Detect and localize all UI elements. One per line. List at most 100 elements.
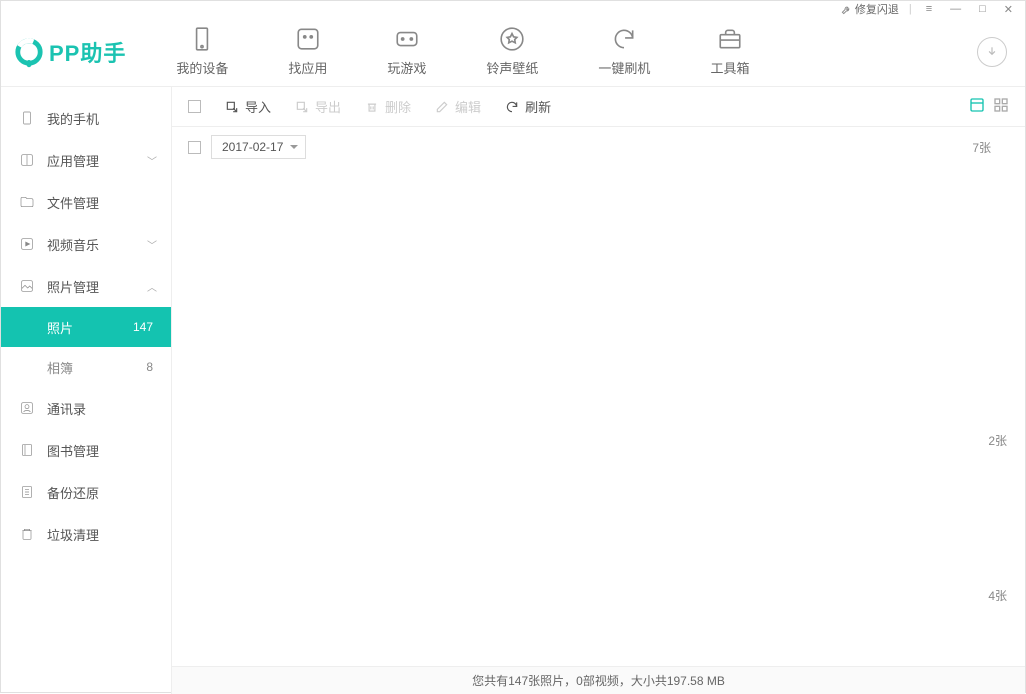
gamepad-icon <box>394 26 420 52</box>
view-list-button[interactable] <box>969 97 985 116</box>
star-circle-icon <box>499 26 525 52</box>
book-icon <box>19 442 35 458</box>
folder-icon <box>19 194 35 210</box>
chevron-up-icon: ︿ <box>147 279 157 294</box>
refresh-icon <box>611 26 637 52</box>
topnav-ringtone-wallpaper[interactable]: 铃声壁纸 <box>486 26 538 77</box>
toolbar-label: 删除 <box>385 97 411 116</box>
topnav-flash[interactable]: 一键刷机 <box>598 26 650 77</box>
sidebar-books[interactable]: 图书管理 <box>1 429 171 471</box>
contacts-icon <box>19 400 35 416</box>
sidebar-label: 垃圾清理 <box>47 525 99 544</box>
app-icon <box>19 152 35 168</box>
toolbar-label: 导出 <box>315 97 341 116</box>
view-toggle <box>969 97 1009 116</box>
sidebar-label: 备份还原 <box>47 483 99 502</box>
close-button[interactable]: ✕ <box>1000 3 1017 16</box>
sidebar-contacts[interactable]: 通讯录 <box>1 387 171 429</box>
sidebar-app-manage[interactable]: 应用管理 ﹀ <box>1 139 171 181</box>
import-icon <box>225 100 239 114</box>
edit-button[interactable]: 编辑 <box>435 97 481 116</box>
sidebar-file-manage[interactable]: 文件管理 <box>1 181 171 223</box>
toolbar-label: 编辑 <box>455 97 481 116</box>
sidebar-label: 通讯录 <box>47 399 86 418</box>
statusbar: 您共有147张照片，0部视频，大小共197.58 MB <box>172 666 1025 694</box>
topnav-label: 找应用 <box>288 58 327 77</box>
chevron-down-icon: ﹀ <box>147 153 157 168</box>
topnav-my-device[interactable]: 我的设备 <box>176 26 228 77</box>
sidebar-label: 文件管理 <box>47 193 99 212</box>
sidebar-label: 图书管理 <box>47 441 99 460</box>
topnav-label: 我的设备 <box>176 58 228 77</box>
trash-icon <box>365 100 379 114</box>
header: PP助手 我的设备 找应用 玩游戏 铃声壁纸 一键刷机 工具箱 <box>1 17 1025 87</box>
minimize-button[interactable]: — <box>946 3 965 15</box>
sidebar-backup[interactable]: 备份还原 <box>1 471 171 513</box>
image-icon <box>19 278 35 294</box>
phone-small-icon <box>19 110 35 126</box>
logo-icon <box>13 36 45 68</box>
group-count: 4张 <box>988 587 1007 604</box>
group-count: 7张 <box>972 139 1009 156</box>
sidebar-video-music[interactable]: 视频音乐 ﹀ <box>1 223 171 265</box>
download-button[interactable] <box>977 37 1007 67</box>
select-all-checkbox[interactable] <box>188 100 201 113</box>
topnav-label: 铃声壁纸 <box>486 58 538 77</box>
play-box-icon <box>19 236 35 252</box>
backup-icon <box>19 484 35 500</box>
edit-icon <box>435 100 449 114</box>
maximize-button[interactable]: □ <box>975 3 990 15</box>
fix-crash-button[interactable]: 修复闪退 <box>841 1 899 17</box>
import-button[interactable]: 导入 <box>225 97 271 116</box>
sidebar-my-phone[interactable]: 我的手机 <box>1 97 171 139</box>
titlebar: 修复闪退 | ≡ — □ ✕ <box>1 1 1025 17</box>
delete-button[interactable]: 删除 <box>365 97 411 116</box>
topnav-play-games[interactable]: 玩游戏 <box>387 26 426 77</box>
fix-crash-label: 修复闪退 <box>855 1 899 17</box>
grid-view-icon <box>993 97 1009 113</box>
view-grid-button[interactable] <box>993 97 1009 116</box>
content: 2017-02-17 7张 2张 4张 <box>172 127 1025 666</box>
topnav-toolbox[interactable]: 工具箱 <box>710 26 749 77</box>
logo: PP助手 <box>13 36 126 68</box>
group-checkbox[interactable] <box>188 141 201 154</box>
topnav-label: 玩游戏 <box>387 58 426 77</box>
sidebar-cleanup[interactable]: 垃圾清理 <box>1 513 171 555</box>
date-select[interactable]: 2017-02-17 <box>211 135 306 159</box>
status-text: 您共有147张照片，0部视频，大小共197.58 MB <box>472 672 725 689</box>
export-button[interactable]: 导出 <box>295 97 341 116</box>
phone-icon <box>189 26 215 52</box>
list-view-icon <box>969 97 985 113</box>
refresh-button[interactable]: 刷新 <box>505 97 551 116</box>
sidebar-sub-label: 照片 <box>47 318 73 337</box>
group-header: 2017-02-17 7张 <box>172 127 1025 167</box>
sidebar-label: 我的手机 <box>47 109 99 128</box>
sidebar-albums[interactable]: 相簿 8 <box>1 347 171 387</box>
chevron-down-icon: ﹀ <box>147 237 157 252</box>
topnav-label: 工具箱 <box>710 58 749 77</box>
topnav-find-apps[interactable]: 找应用 <box>288 26 327 77</box>
download-icon <box>985 45 999 59</box>
wrench-icon <box>841 4 852 15</box>
sidebar-photos[interactable]: 照片 147 <box>1 307 171 347</box>
titlebar-divider: | <box>909 3 912 15</box>
date-select-value: 2017-02-17 <box>222 140 283 154</box>
smile-box-icon <box>295 26 321 52</box>
topnav-label: 一键刷机 <box>598 58 650 77</box>
sidebar-sub-count: 8 <box>146 360 153 374</box>
toolbar-label: 导入 <box>245 97 271 116</box>
main: 导入 导出 删除 编辑 刷新 <box>172 87 1025 694</box>
sidebar-sub-count: 147 <box>133 320 153 334</box>
sidebar-label: 照片管理 <box>47 277 99 296</box>
sidebar: 我的手机 应用管理 ﹀ 文件管理 视频音乐 ﹀ 照片管理 ︿ 照片 147 相簿… <box>1 87 172 694</box>
toolbar-label: 刷新 <box>525 97 551 116</box>
toolbar: 导入 导出 删除 编辑 刷新 <box>172 87 1025 127</box>
export-icon <box>295 100 309 114</box>
logo-text: PP助手 <box>49 36 126 68</box>
refresh-icon <box>505 100 519 114</box>
menu-button[interactable]: ≡ <box>922 3 936 15</box>
trash-icon <box>19 526 35 542</box>
sidebar-label: 应用管理 <box>47 151 99 170</box>
sidebar-label: 视频音乐 <box>47 235 99 254</box>
sidebar-photo-manage[interactable]: 照片管理 ︿ <box>1 265 171 307</box>
